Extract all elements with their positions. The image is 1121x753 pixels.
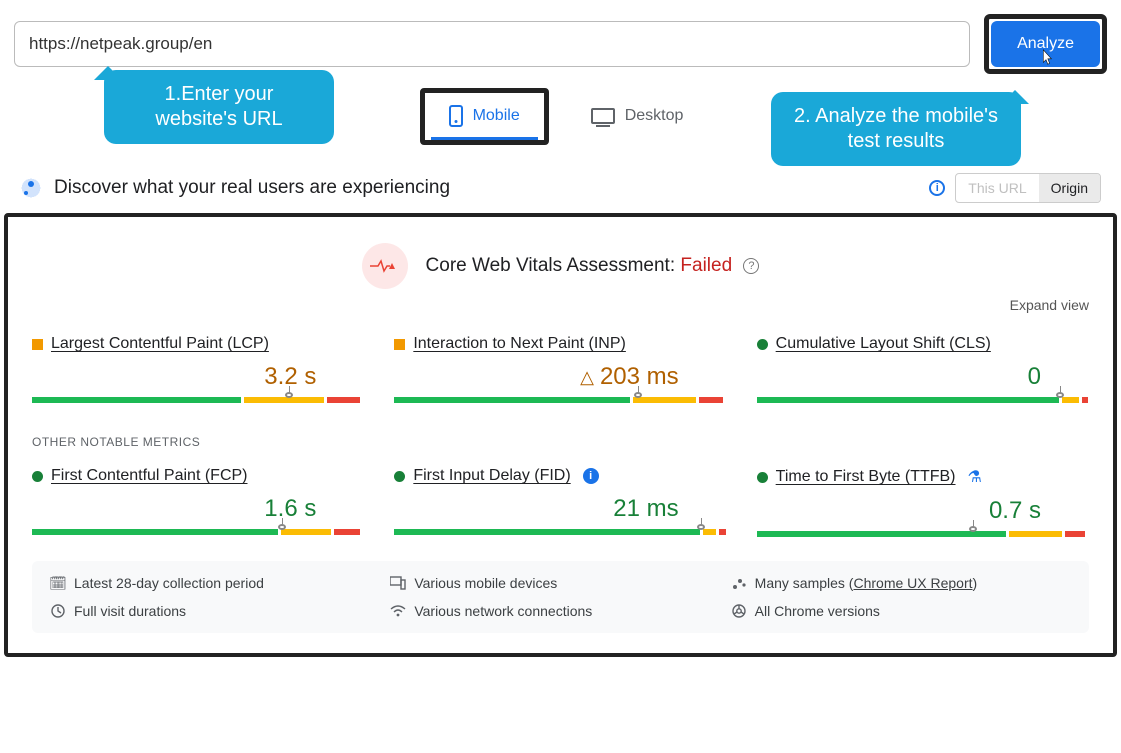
metric-name[interactable]: Largest Contentful Paint (LCP) xyxy=(51,335,269,353)
metric-value: 21 ms xyxy=(394,495,678,523)
core-metrics: Largest Contentful Paint (LCP) 3.2 s Int… xyxy=(32,335,1089,403)
clock-icon xyxy=(50,603,66,619)
footer-period: 🗓Latest 28-day collection period xyxy=(50,575,390,591)
discover-title: Discover what your real users are experi… xyxy=(54,177,450,199)
desktop-icon xyxy=(591,108,615,124)
metric-bar xyxy=(757,531,1089,537)
status-dot-green-icon xyxy=(32,471,43,482)
assessment-status: Failed xyxy=(680,255,732,276)
info-icon[interactable]: i xyxy=(929,180,945,196)
metric-name[interactable]: Cumulative Layout Shift (CLS) xyxy=(776,335,991,353)
footer-devices: Various mobile devices xyxy=(390,575,730,591)
metric-bar xyxy=(32,529,364,535)
metric-value: 1.6 s xyxy=(32,495,316,523)
mobile-icon xyxy=(449,105,463,127)
scope-this-url[interactable]: This URL xyxy=(956,174,1038,202)
section-title: OTHER NOTABLE METRICS xyxy=(32,435,1089,449)
pulse-icon xyxy=(362,243,408,289)
other-metrics: First Contentful Paint (FCP) 1.6 s First… xyxy=(32,467,1089,537)
callout-analyze-results: 2. Analyze the mobile's test results xyxy=(771,92,1021,166)
scope-origin[interactable]: Origin xyxy=(1039,174,1100,202)
chrome-icon xyxy=(731,603,747,619)
help-icon[interactable]: ? xyxy=(743,258,759,274)
metric-cls: Cumulative Layout Shift (CLS) 0 xyxy=(757,335,1089,403)
metric-fid: First Input Delay (FID) i 21 ms xyxy=(394,467,726,537)
scope-toggle[interactable]: This URL Origin xyxy=(955,173,1101,203)
analyze-button[interactable]: Analyze xyxy=(991,21,1100,67)
footer-samples: Many samples (Chrome UX Report) xyxy=(731,575,1071,591)
wifi-icon xyxy=(390,603,406,619)
status-square-orange-icon xyxy=(394,339,405,350)
metric-name[interactable]: First Input Delay (FID) xyxy=(413,467,570,485)
metric-value: 3.2 s xyxy=(32,363,316,391)
warning-icon: △ xyxy=(580,367,594,388)
metric-name[interactable]: First Contentful Paint (FCP) xyxy=(51,467,248,485)
metric-fcp: First Contentful Paint (FCP) 1.6 s xyxy=(32,467,364,537)
top-bar: Analyze xyxy=(0,0,1121,80)
crux-report-link[interactable]: Chrome UX Report xyxy=(853,575,972,591)
metric-ttfb: Time to First Byte (TTFB) ⚗ 0.7 s xyxy=(757,467,1089,537)
flask-icon[interactable]: ⚗ xyxy=(968,467,982,487)
status-dot-green-icon xyxy=(757,339,768,350)
status-dot-green-icon xyxy=(757,472,768,483)
cursor-icon xyxy=(1037,48,1055,71)
metric-value: △203 ms xyxy=(394,363,678,391)
tab-mobile[interactable]: Mobile xyxy=(431,97,538,140)
metric-bar xyxy=(394,397,726,403)
expand-view[interactable]: Expand view xyxy=(32,297,1089,313)
footer-durations: Full visit durations xyxy=(50,603,390,619)
metric-value: 0.7 s xyxy=(757,497,1041,525)
assessment-header: Core Web Vitals Assessment: Failed ? xyxy=(32,243,1089,289)
crux-icon xyxy=(20,177,42,199)
metric-bar xyxy=(32,397,364,403)
tab-desktop-label: Desktop xyxy=(625,107,684,125)
metric-name[interactable]: Time to First Byte (TTFB) xyxy=(776,468,956,486)
status-dot-green-icon xyxy=(394,471,405,482)
scatter-icon xyxy=(731,575,747,591)
calendar-icon: 🗓 xyxy=(50,575,66,591)
metric-inp: Interaction to Next Paint (INP) △203 ms xyxy=(394,335,726,403)
status-square-orange-icon xyxy=(32,339,43,350)
footer-network: Various network connections xyxy=(390,603,730,619)
metric-lcp: Largest Contentful Paint (LCP) 3.2 s xyxy=(32,335,364,403)
results-panel: Core Web Vitals Assessment: Failed ? Exp… xyxy=(4,213,1117,657)
metric-bar xyxy=(394,529,726,535)
assessment-text: Core Web Vitals Assessment: Failed ? xyxy=(426,255,760,277)
metric-name[interactable]: Interaction to Next Paint (INP) xyxy=(413,335,626,353)
discover-row: Discover what your real users are experi… xyxy=(0,165,1121,207)
mobile-tab-highlight: Mobile xyxy=(420,88,549,145)
url-input[interactable] xyxy=(14,21,970,67)
metric-value: 0 xyxy=(757,363,1041,391)
footer-grid: 🗓Latest 28-day collection period Various… xyxy=(32,561,1089,633)
footer-versions: All Chrome versions xyxy=(731,603,1071,619)
devices-icon xyxy=(390,575,406,591)
tab-desktop[interactable]: Desktop xyxy=(573,99,702,135)
tab-mobile-label: Mobile xyxy=(473,107,520,125)
info-icon[interactable]: i xyxy=(583,468,599,484)
metric-bar xyxy=(757,397,1089,403)
analyze-highlight: Analyze xyxy=(984,14,1107,74)
